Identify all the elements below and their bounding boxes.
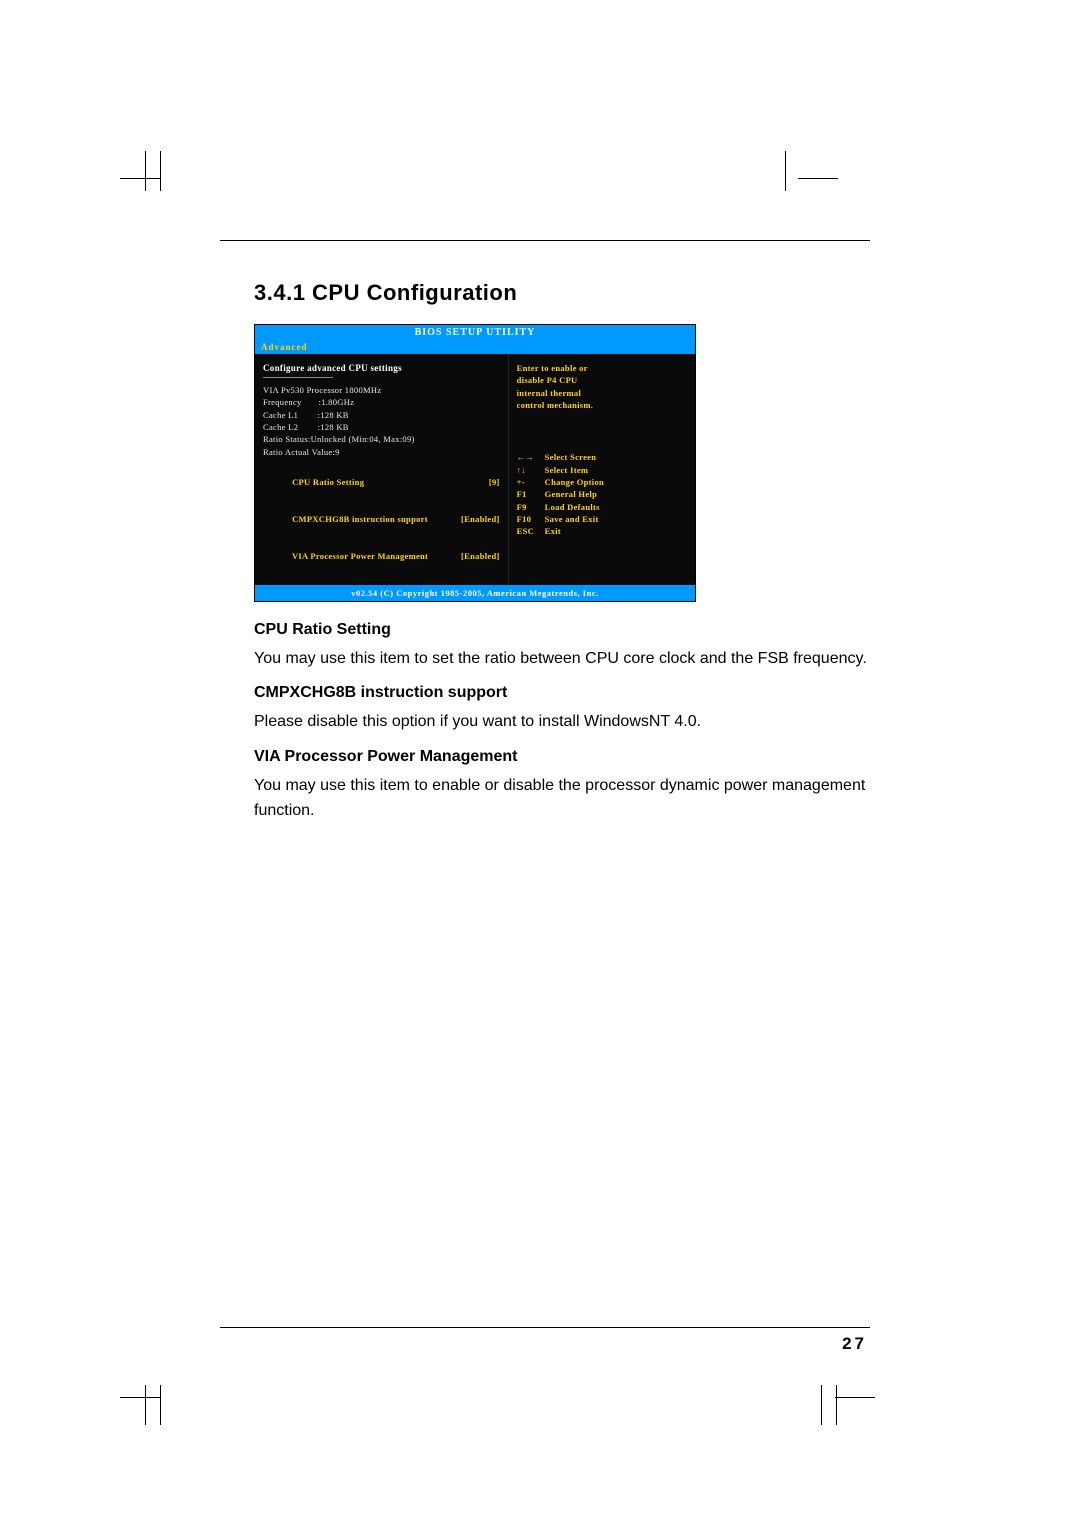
nav-row: F10Save and Exit (517, 513, 687, 525)
nav-row: ↑↓Select Item (517, 464, 687, 476)
cpu-info-line: VIA Pv530 Processor 1800MHz (263, 384, 500, 396)
description-block: CPU Ratio Setting You may use this item … (254, 618, 868, 824)
desc-heading: CMPXCHG8B instruction support (254, 681, 868, 706)
nav-key: F9 (517, 501, 545, 513)
option-label: VIA Processor Power Management (292, 551, 428, 561)
nav-action: Change Option (545, 477, 604, 487)
option-label: CPU Ratio Setting (292, 477, 364, 487)
crop-mark (836, 1385, 837, 1425)
nav-key: F10 (517, 513, 545, 525)
bios-tab-advanced[interactable]: Advanced (261, 342, 308, 352)
nav-key: ESC (517, 525, 545, 537)
crop-mark (145, 151, 146, 191)
bios-title: BIOS SETUP UTILITY (255, 325, 695, 340)
desc-body: You may use this item to enable or disab… (254, 774, 868, 824)
desc-body: You may use this item to set the ratio b… (254, 647, 868, 672)
bios-header-underline (263, 377, 333, 378)
crop-mark (821, 1385, 822, 1425)
nav-action: Select Screen (545, 452, 597, 462)
cpu-info-line: Cache L2 :128 KB (263, 421, 500, 433)
header-rule (220, 240, 870, 241)
nav-key: +- (517, 476, 545, 488)
footer-rule (220, 1327, 870, 1328)
crop-mark (145, 1385, 146, 1425)
bios-option-cpu-ratio[interactable]: CPU Ratio Setting [9] (263, 464, 500, 501)
bios-panel-header: Configure advanced CPU settings (263, 362, 500, 375)
crop-mark (798, 178, 838, 179)
nav-key: F1 (517, 488, 545, 500)
bios-left-panel: Configure advanced CPU settings VIA Pv53… (255, 354, 509, 585)
cpu-info-line: Frequency :1.80GHz (263, 396, 500, 408)
crop-mark (785, 151, 786, 191)
nav-row: ←→Select Screen (517, 451, 687, 463)
nav-action: Save and Exit (545, 514, 599, 524)
crop-mark (835, 1397, 875, 1398)
bios-nav-keys: ←→Select Screen ↑↓Select Item +-Change O… (517, 451, 687, 537)
bios-option-via-power[interactable]: VIA Processor Power Management [Enabled] (263, 538, 500, 575)
nav-row: F1General Help (517, 488, 687, 500)
nav-row: ESCExit (517, 525, 687, 537)
desc-heading: CPU Ratio Setting (254, 618, 868, 643)
crop-mark (160, 151, 161, 191)
bios-option-cmpxchg8b[interactable]: CMPXCHG8B instruction support [Enabled] (263, 501, 500, 538)
nav-key: ←→ (517, 451, 545, 463)
option-value: [9] (489, 476, 500, 488)
nav-row: +-Change Option (517, 476, 687, 488)
section-heading: 3.4.1 CPU Configuration (254, 280, 868, 306)
bios-body: Configure advanced CPU settings VIA Pv53… (255, 354, 695, 585)
bios-right-panel: Enter to enable or disable P4 CPU intern… (509, 354, 695, 585)
bios-help-text: Enter to enable or disable P4 CPU intern… (517, 362, 687, 411)
cpu-info-line: Ratio Actual Value:9 (263, 446, 500, 458)
nav-row: F9Load Defaults (517, 501, 687, 513)
option-label: CMPXCHG8B instruction support (292, 514, 428, 524)
page: 3.4.1 CPU Configuration BIOS SETUP UTILI… (0, 0, 1080, 1528)
help-line: disable P4 CPU (517, 374, 687, 386)
crop-mark (120, 178, 160, 179)
bios-screenshot: BIOS SETUP UTILITY Advanced Configure ad… (254, 324, 696, 602)
nav-action: Load Defaults (545, 502, 600, 512)
bios-tab-row: Advanced (255, 340, 695, 354)
desc-heading: VIA Processor Power Management (254, 745, 868, 770)
cpu-info-line: Ratio Status:Unlocked (Min:04, Max:09) (263, 433, 500, 445)
nav-key: ↑↓ (517, 464, 545, 476)
cpu-info-line: Cache L1 :128 KB (263, 409, 500, 421)
option-value: [Enabled] (461, 513, 500, 525)
content-area: 3.4.1 CPU Configuration BIOS SETUP UTILI… (254, 280, 868, 833)
page-number: 27 (842, 1334, 867, 1354)
help-line: control mechanism. (517, 399, 687, 411)
crop-mark (120, 1397, 160, 1398)
nav-action: Select Item (545, 465, 589, 475)
help-line: Enter to enable or (517, 362, 687, 374)
bios-footer: v02.54 (C) Copyright 1985-2005, American… (255, 585, 695, 601)
help-line: internal thermal (517, 387, 687, 399)
desc-body: Please disable this option if you want t… (254, 710, 868, 735)
option-value: [Enabled] (461, 550, 500, 562)
crop-mark (160, 1385, 161, 1425)
nav-action: General Help (545, 489, 597, 499)
nav-action: Exit (545, 526, 561, 536)
